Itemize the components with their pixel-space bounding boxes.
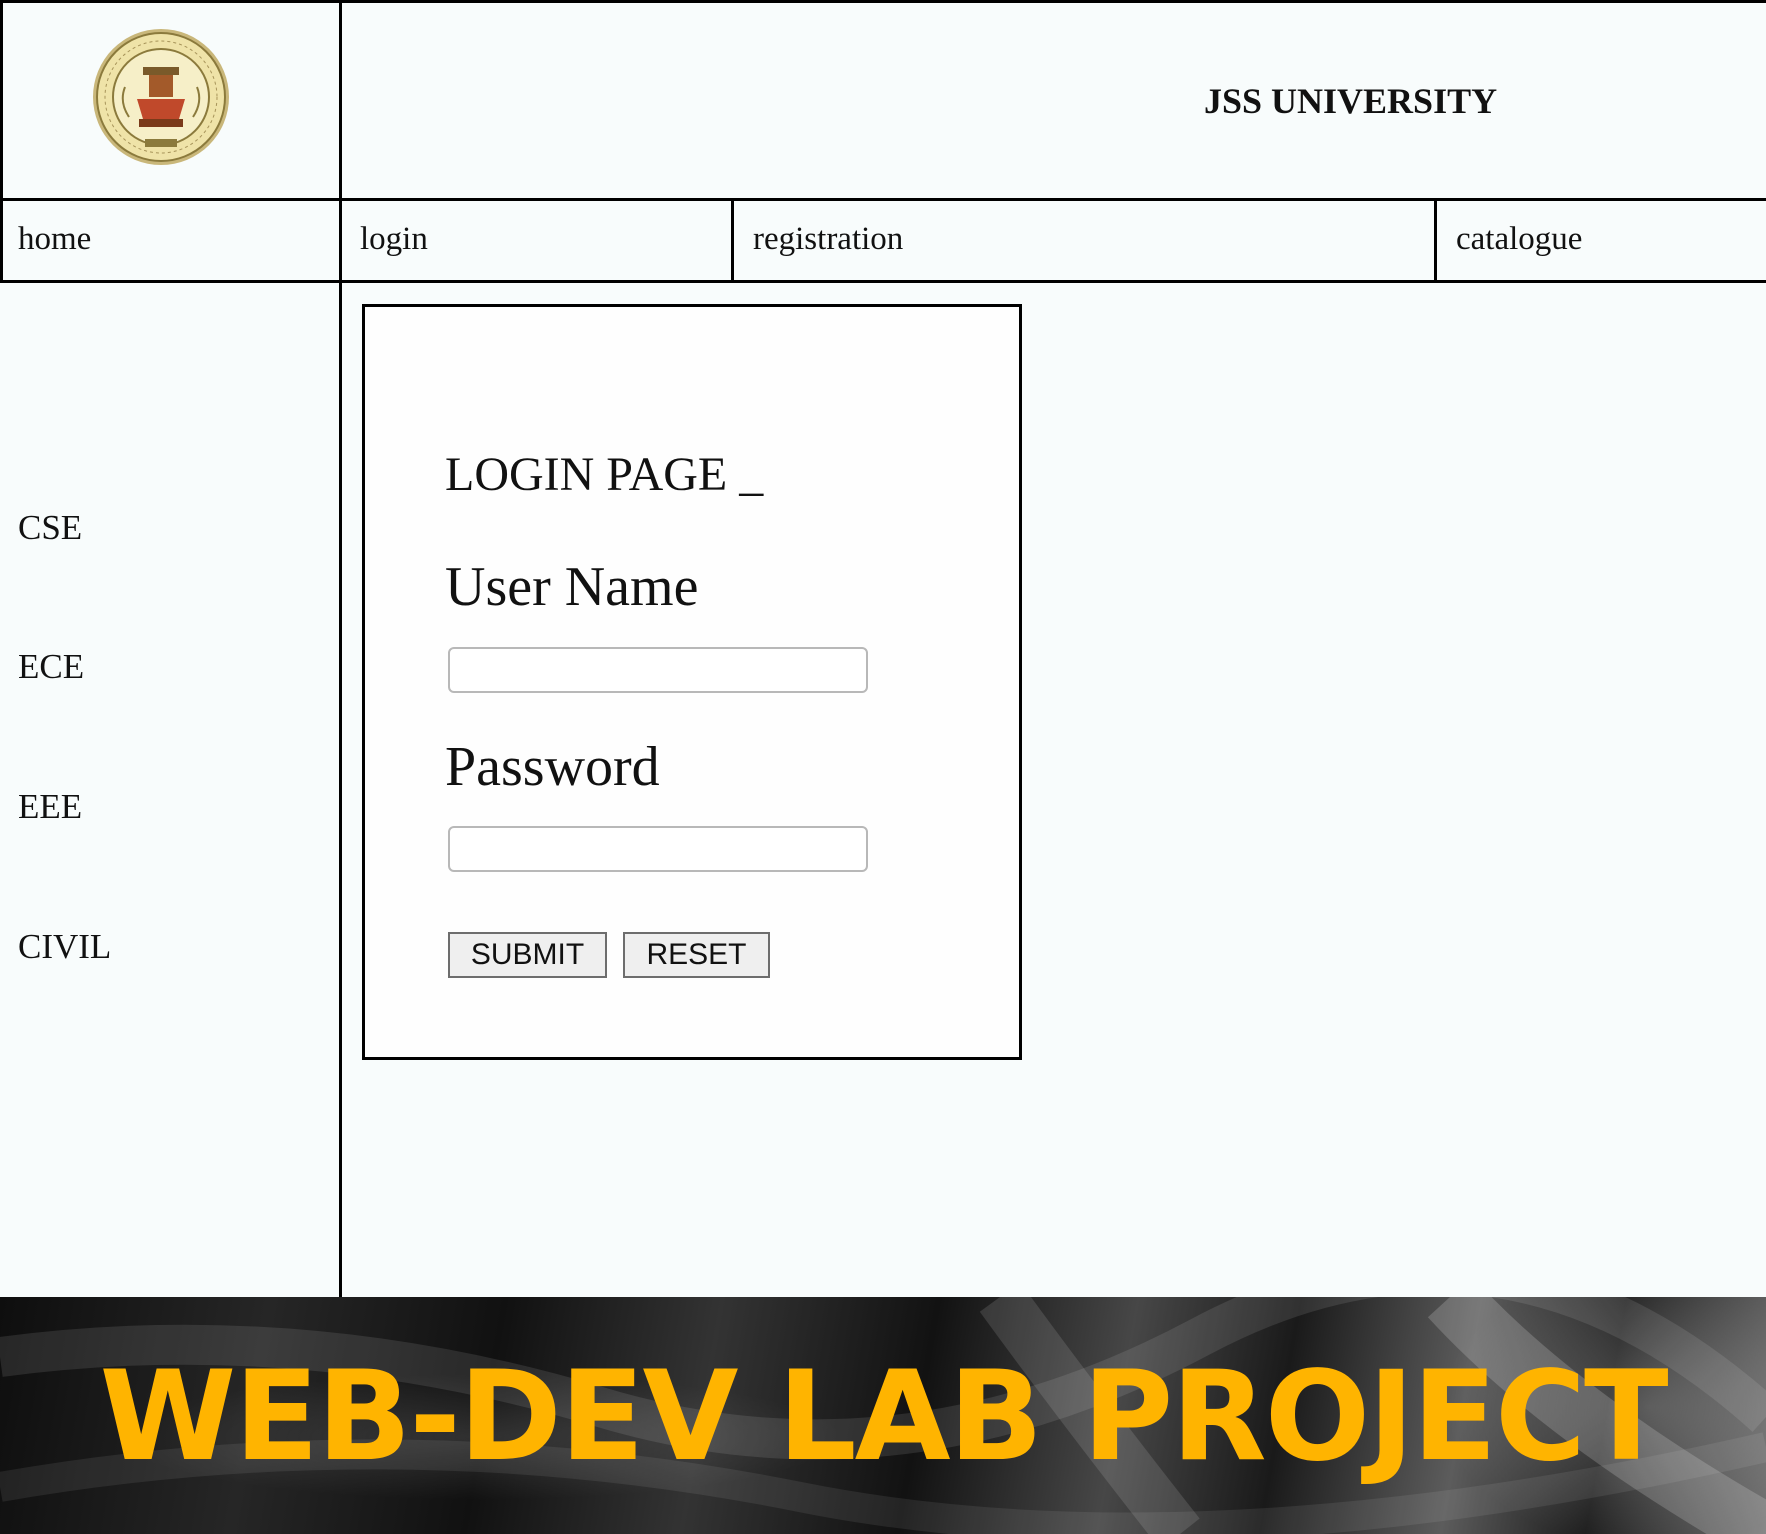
divider-nav-login-registration xyxy=(731,198,734,283)
nav-home[interactable]: home xyxy=(18,221,91,258)
submit-button[interactable]: SUBMIT xyxy=(448,932,607,978)
password-input[interactable] xyxy=(448,826,868,872)
divider-nav-bottom xyxy=(0,280,1766,283)
username-input[interactable] xyxy=(448,647,868,693)
page: JSS UNIVERSITY home login registration c… xyxy=(0,0,1766,1534)
sidebar-item-civil[interactable]: CIVIL xyxy=(18,927,111,967)
login-title: LOGIN PAGE _ xyxy=(445,448,764,501)
title-banner: WEB-DEV LAB PROJECT xyxy=(0,1297,1766,1534)
sidebar-item-ece[interactable]: ECE xyxy=(18,647,84,687)
sidebar-item-eee[interactable]: EEE xyxy=(18,787,82,827)
nav-login[interactable]: login xyxy=(360,221,428,258)
username-label: User Name xyxy=(445,556,699,618)
nav-registration[interactable]: registration xyxy=(753,221,903,258)
logo-cell xyxy=(0,0,340,200)
website-view: JSS UNIVERSITY home login registration c… xyxy=(0,0,1766,1297)
divider-nav-registration-catalogue xyxy=(1434,198,1437,283)
university-seal-icon xyxy=(93,29,229,165)
nav-catalogue[interactable]: catalogue xyxy=(1456,221,1582,258)
sidebar-item-cse[interactable]: CSE xyxy=(18,508,82,548)
site-title: JSS UNIVERSITY xyxy=(1204,81,1498,121)
password-label: Password xyxy=(445,736,660,798)
banner-title: WEB-DEV LAB PROJECT xyxy=(99,1345,1668,1489)
reset-button[interactable]: RESET xyxy=(623,932,770,978)
login-form: LOGIN PAGE _ User Name Password SUBMIT R… xyxy=(362,304,1022,1060)
